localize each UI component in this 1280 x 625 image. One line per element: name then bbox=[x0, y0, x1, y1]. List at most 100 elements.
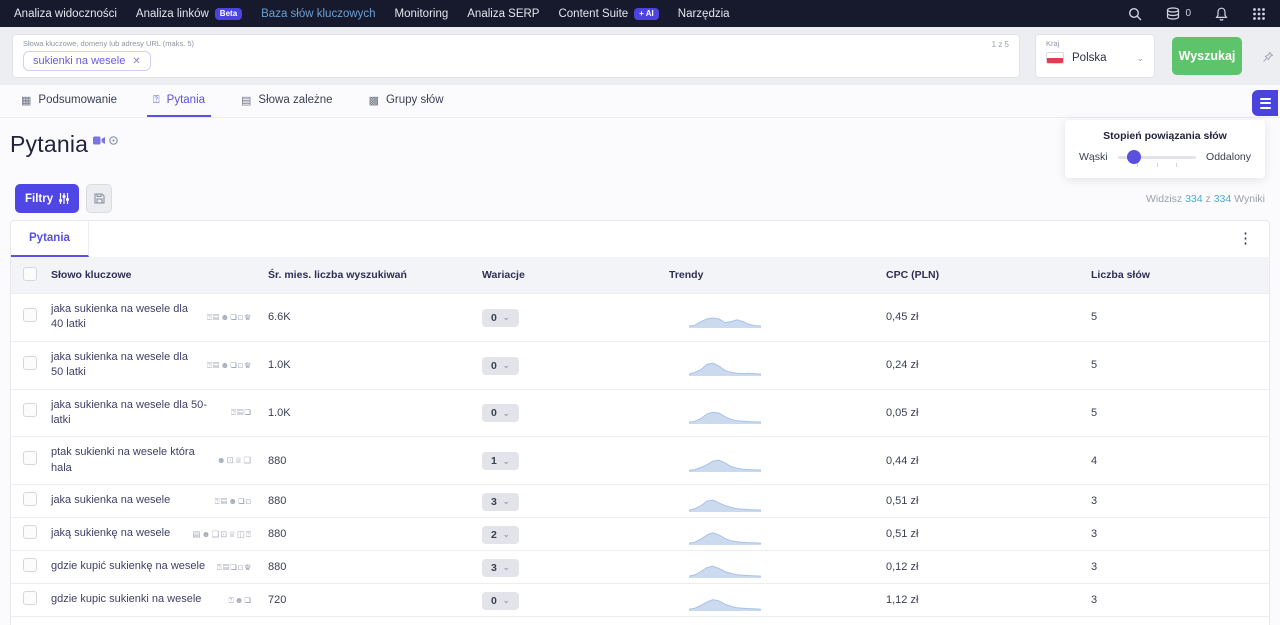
tab-grupy-s-w[interactable]: ▩Grupy słów bbox=[363, 85, 450, 117]
variations-count: 3 bbox=[491, 496, 497, 508]
keyword-chip[interactable]: sukienki na wesele ✕ bbox=[23, 51, 151, 71]
variations-dropdown[interactable]: 2⌄ bbox=[482, 526, 519, 544]
save-filter-button[interactable] bbox=[86, 184, 112, 213]
results-total[interactable]: 334 bbox=[1214, 193, 1232, 205]
tab-label: Podsumowanie bbox=[38, 94, 117, 106]
remove-chip-icon[interactable]: ✕ bbox=[132, 56, 140, 67]
row-checkbox[interactable] bbox=[23, 356, 37, 370]
tab-label: Pytania bbox=[167, 94, 205, 106]
col-trends[interactable]: Trendy bbox=[669, 269, 886, 281]
filters-button[interactable]: Filtry bbox=[15, 184, 79, 213]
word-count: 5 bbox=[1091, 359, 1269, 371]
slider-thumb[interactable] bbox=[1127, 150, 1141, 164]
row-checkbox[interactable] bbox=[23, 591, 37, 605]
search-volume: 880 bbox=[268, 495, 482, 507]
col-keyword[interactable]: Słowo kluczowe bbox=[51, 269, 268, 281]
nav-item[interactable]: Baza słów kluczowych bbox=[261, 8, 375, 20]
keyword-link[interactable]: jaka sukienka na wesele dla 50 latki bbox=[51, 350, 201, 381]
results-current[interactable]: 334 bbox=[1185, 193, 1203, 205]
keyword-chip-label: sukienki na wesele bbox=[33, 55, 125, 67]
nav-item[interactable]: Analiza widoczności bbox=[14, 8, 117, 20]
cpc-value: 0,51 zł bbox=[886, 528, 1091, 540]
nav-item[interactable]: Narzędzia bbox=[678, 8, 730, 20]
table-row: gdzie kupic sukienki na wesele⍰☻❑7200⌄1,… bbox=[11, 583, 1269, 616]
chevron-down-icon: ⌄ bbox=[503, 596, 510, 605]
keyword-link[interactable]: jaka sukienka na wesele dla 40 latki bbox=[51, 302, 201, 333]
row-checkbox[interactable] bbox=[23, 403, 37, 417]
col-volume[interactable]: Śr. mies. liczba wyszukiwań bbox=[268, 269, 482, 281]
tab-icon: ⍰ bbox=[153, 94, 160, 107]
variations-dropdown[interactable]: 0⌄ bbox=[482, 309, 519, 327]
variations-dropdown[interactable]: 0⌄ bbox=[482, 592, 519, 610]
variations-count: 0 bbox=[491, 595, 497, 607]
video-tutorial-icon[interactable] bbox=[93, 136, 105, 145]
credits-indicator[interactable]: 0 bbox=[1166, 7, 1191, 20]
search-volume: 720 bbox=[268, 594, 482, 606]
trend-sparkline bbox=[669, 489, 886, 513]
hamburger-menu-button[interactable] bbox=[1252, 90, 1278, 116]
tab-pytania[interactable]: ⍰ Pytania bbox=[147, 85, 211, 117]
row-checkbox[interactable] bbox=[23, 558, 37, 572]
word-count: 3 bbox=[1091, 594, 1269, 606]
variations-dropdown[interactable]: 0⌄ bbox=[482, 404, 519, 422]
country-selector[interactable]: Kraj Polska ⌄ bbox=[1035, 34, 1155, 78]
table-row: gdzie kupić sukienki na wesele⍰▤☻◫❑⊡♕▦72… bbox=[11, 616, 1269, 625]
variations-dropdown[interactable]: 1⌄ bbox=[482, 452, 519, 470]
cpc-value: 0,44 zł bbox=[886, 455, 1091, 467]
apps-grid-icon[interactable] bbox=[1252, 7, 1266, 21]
variations-dropdown[interactable]: 3⌄ bbox=[482, 559, 519, 577]
tab-icon: ▩ bbox=[369, 94, 379, 107]
notifications-bell-icon[interactable] bbox=[1215, 7, 1228, 21]
tab-s-owa-zale-ne[interactable]: ▤Słowa zależne bbox=[235, 85, 339, 117]
search-volume: 1.0K bbox=[268, 407, 482, 419]
keyword-link[interactable]: jaka sukienka na wesele dla 50- latki bbox=[51, 398, 209, 429]
search-button[interactable]: Wyszukaj bbox=[1172, 37, 1242, 75]
chevron-down-icon: ⌄ bbox=[503, 409, 510, 418]
select-all-checkbox[interactable] bbox=[23, 267, 37, 281]
word-count: 3 bbox=[1091, 561, 1269, 573]
nav-item[interactable]: Monitoring bbox=[395, 8, 449, 20]
chevron-down-icon: ⌄ bbox=[503, 563, 510, 572]
search-icon[interactable] bbox=[1128, 7, 1142, 21]
serp-feature-icons: ⍰▤☻❑⊡ bbox=[215, 496, 252, 507]
keyword-link[interactable]: jaka sukienka na wesele bbox=[51, 493, 170, 508]
keyword-link[interactable]: jaką sukienkę na wesele bbox=[51, 526, 170, 541]
keyword-link[interactable]: ptak sukienki na wesele która hala bbox=[51, 445, 209, 476]
tab-podsumowanie[interactable]: ▦ Podsumowanie bbox=[15, 85, 123, 117]
row-checkbox[interactable] bbox=[23, 451, 37, 465]
coins-icon bbox=[1166, 7, 1181, 20]
row-checkbox[interactable] bbox=[23, 525, 37, 539]
nav-item[interactable]: Content Suite+ AI bbox=[558, 8, 658, 20]
card-tab-pytania[interactable]: Pytania bbox=[11, 221, 89, 257]
cpc-value: 0,24 zł bbox=[886, 359, 1091, 371]
variations-count: 1 bbox=[491, 455, 497, 467]
relevance-slider[interactable] bbox=[1118, 156, 1196, 159]
col-variations[interactable]: Wariacje bbox=[482, 269, 669, 281]
filters-label: Filtry bbox=[25, 193, 53, 205]
trend-sparkline bbox=[669, 555, 886, 579]
nav-item-label: Monitoring bbox=[395, 8, 449, 20]
keyword-link[interactable]: gdzie kupic sukienki na wesele bbox=[51, 592, 201, 607]
table-header: Słowo kluczowe Śr. mies. liczba wyszukiw… bbox=[11, 257, 1269, 293]
kebab-menu-icon[interactable]: ⋮ bbox=[1232, 227, 1259, 249]
col-word-count[interactable]: Liczba słów bbox=[1091, 269, 1269, 281]
trend-sparkline bbox=[669, 353, 886, 377]
row-checkbox[interactable] bbox=[23, 308, 37, 322]
info-icon[interactable] bbox=[109, 136, 118, 145]
tab-icon: ▦ bbox=[21, 94, 31, 107]
pin-icon[interactable] bbox=[1262, 51, 1274, 63]
nav-item[interactable]: Analiza SERP bbox=[467, 8, 539, 20]
col-cpc[interactable]: CPC (PLN) bbox=[886, 269, 1091, 281]
keyword-search-input[interactable]: Słowa kluczowe, domeny lub adresy URL (m… bbox=[12, 34, 1020, 78]
word-relevance-panel: Stopień powiązania słów Wąski Oddalony bbox=[1065, 120, 1265, 178]
nav-item-label: Analiza widoczności bbox=[14, 8, 117, 20]
nav-item[interactable]: Analiza linkówBeta bbox=[136, 8, 242, 20]
variations-dropdown[interactable]: 3⌄ bbox=[482, 493, 519, 511]
variations-dropdown[interactable]: 0⌄ bbox=[482, 357, 519, 375]
variations-count: 0 bbox=[491, 360, 497, 372]
keyword-search-section: Słowa kluczowe, domeny lub adresy URL (m… bbox=[0, 27, 1280, 85]
nav-badge: Beta bbox=[215, 8, 242, 20]
keyword-link[interactable]: gdzie kupić sukienkę na wesele bbox=[51, 559, 205, 574]
serp-feature-icons: ⍰▤❑⊡♕ bbox=[217, 562, 252, 573]
row-checkbox[interactable] bbox=[23, 492, 37, 506]
